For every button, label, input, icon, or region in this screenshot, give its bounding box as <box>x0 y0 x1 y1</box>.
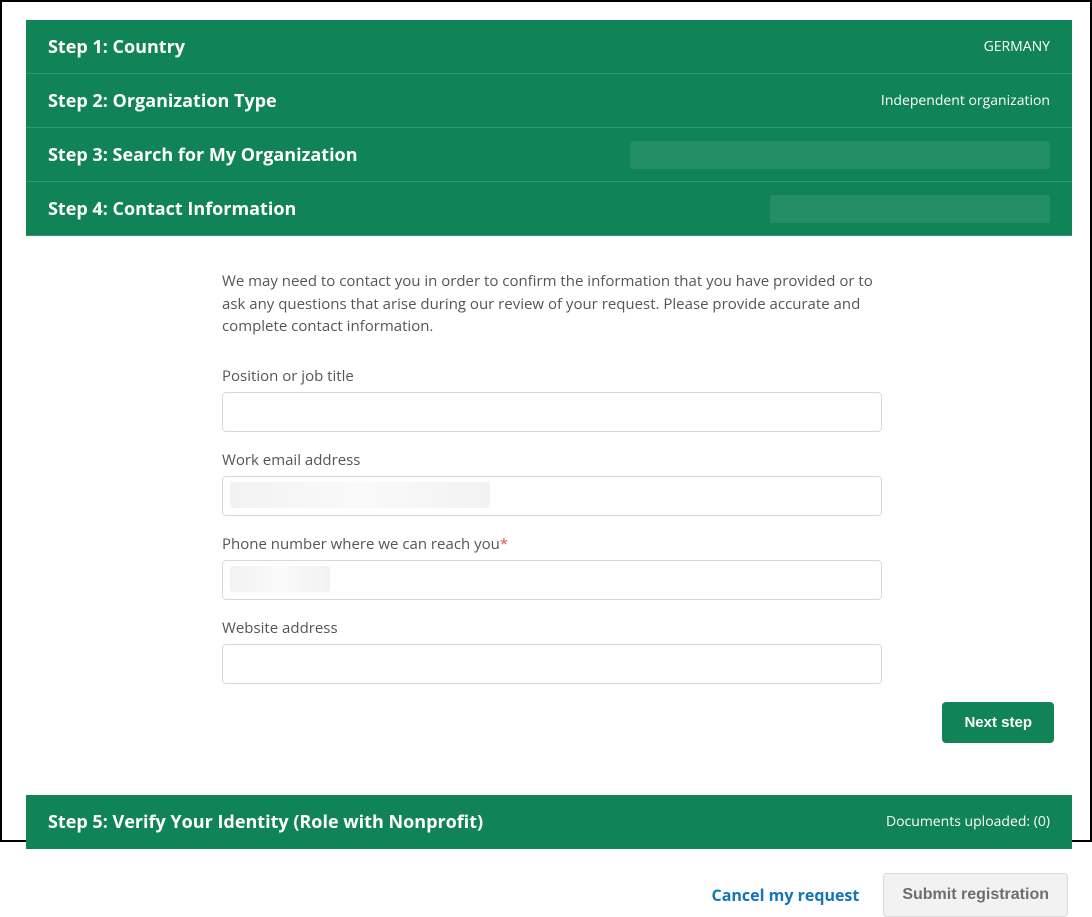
step-5-title: Step 5: Verify Your Identity (Role with … <box>48 810 483 834</box>
cancel-request-link[interactable]: Cancel my request <box>712 884 860 906</box>
step-3-value-redacted <box>630 141 1050 169</box>
footer-actions: Cancel my request Submit registration <box>26 873 1072 917</box>
step-2-header[interactable]: Step 2: Organization Type Independent or… <box>26 74 1072 128</box>
submit-registration-button[interactable]: Submit registration <box>883 873 1068 917</box>
step-4-value-redacted <box>770 195 1050 223</box>
contact-instructions: We may need to contact you in order to c… <box>222 270 882 338</box>
step-3-title: Step 3: Search for My Organization <box>48 143 358 167</box>
label-phone: Phone number where we can reach you* <box>222 534 882 554</box>
step-1-value: GERMANY <box>984 37 1050 56</box>
step-1-header[interactable]: Step 1: Country GERMANY <box>26 20 1072 74</box>
field-phone: Phone number where we can reach you* <box>222 534 882 600</box>
step-3-header[interactable]: Step 3: Search for My Organization <box>26 128 1072 182</box>
step-4-header[interactable]: Step 4: Contact Information <box>26 182 1072 236</box>
step-5-value: Documents uploaded: (0) <box>886 812 1050 831</box>
step-4-panel: We may need to contact you in order to c… <box>26 236 1072 767</box>
field-website: Website address <box>222 618 882 684</box>
step-2-title: Step 2: Organization Type <box>48 89 277 113</box>
step-5-header[interactable]: Step 5: Verify Your Identity (Role with … <box>26 795 1072 849</box>
step-4-title: Step 4: Contact Information <box>48 197 296 221</box>
label-website: Website address <box>222 618 882 638</box>
input-position[interactable] <box>222 392 882 432</box>
required-mark: * <box>500 534 508 554</box>
label-position: Position or job title <box>222 366 882 386</box>
field-email: Work email address <box>222 450 882 516</box>
label-phone-text: Phone number where we can reach you <box>222 534 500 554</box>
label-email: Work email address <box>222 450 882 470</box>
wizard-steps: Step 1: Country GERMANY Step 2: Organiza… <box>26 20 1072 849</box>
field-position: Position or job title <box>222 366 882 432</box>
input-website[interactable] <box>222 644 882 684</box>
step-1-title: Step 1: Country <box>48 35 185 59</box>
phone-value-redacted <box>230 566 330 592</box>
email-value-redacted <box>230 482 490 508</box>
next-step-button[interactable]: Next step <box>942 702 1054 743</box>
step-2-value: Independent organization <box>881 91 1050 110</box>
